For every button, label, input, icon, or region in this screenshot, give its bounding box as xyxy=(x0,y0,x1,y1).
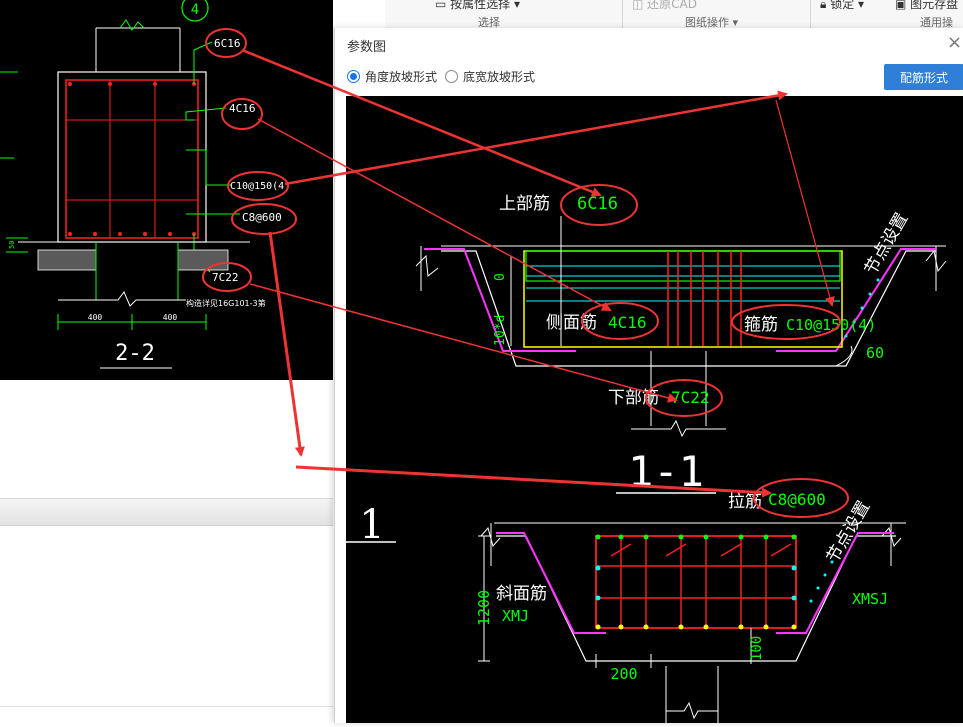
ribbon-separator xyxy=(622,0,623,28)
side-bar-label: 侧面筋 xyxy=(546,313,597,333)
left-label-top: 6C16 xyxy=(214,37,241,50)
tie-bar-value: C8@600 xyxy=(768,490,826,509)
stirrup-label: 箍筋 xyxy=(744,315,778,335)
bottom-bar-label: 下部筋 xyxy=(608,388,659,408)
angle-label: 60 xyxy=(866,344,884,362)
save-element-icon: ▣ xyxy=(895,0,907,11)
ribbon-select-by-attr[interactable]: ▭ 按属性选择 ▾ xyxy=(435,0,520,12)
restore-cad-icon: ◫ xyxy=(632,0,644,11)
left-panel-header-bar xyxy=(0,498,333,526)
side-bar-value: 4C16 xyxy=(608,313,647,332)
dim-10d: 10*d xyxy=(493,315,508,346)
ribbon-restore-cad[interactable]: ◫ 还原CAD xyxy=(632,0,697,12)
dim-1200: 1200 xyxy=(475,590,493,626)
left-label-stirrup: C10@150(4) xyxy=(230,181,290,192)
reinforcement-form-button[interactable]: 配筋形式 xyxy=(884,64,963,90)
close-button[interactable]: × xyxy=(947,32,962,53)
slope-bar-label: 斜面筋 xyxy=(496,584,547,604)
radio-bottom-width-slope-label: 底宽放坡形式 xyxy=(463,70,536,84)
ribbon-separator xyxy=(810,0,811,28)
parameter-diagram-canvas[interactable]: 0 10*d 60 上部筋 6C16 侧面筋 4C16 箍筋 C10@150(4… xyxy=(346,96,963,723)
radio-bottom-width-slope[interactable]: 底宽放坡形式 xyxy=(445,68,535,85)
node-setting-label-upper[interactable]: 节点设置 xyxy=(861,210,912,279)
radio-checked-icon xyxy=(347,70,360,83)
left-label-side: 4C16 xyxy=(229,102,256,115)
ribbon-toolbar: ▭ 按属性选择 ▾ 选择 ◫ 还原CAD 图纸操作 ▾ 🔒︎ 锁定 ▾ ▣ 图元… xyxy=(385,0,963,29)
axis-marker-label: 4 xyxy=(191,2,199,18)
section-mark: 1 xyxy=(359,502,384,548)
dialog-title: 参数图 xyxy=(347,40,387,55)
left-section-drawing: 4 6C16 4C16 C10@150(4) C8@600 7C22 构造详见1… xyxy=(0,0,297,369)
dim-100: 100 xyxy=(749,636,765,661)
ribbon-save-element[interactable]: ▣ 图元存盘 xyxy=(895,0,958,12)
ribbon-lock[interactable]: 🔒︎ 锁定 ▾ xyxy=(820,0,864,12)
parameter-diagram-dialog: 参数图 × 角度放坡形式 底宽放坡形式 配筋形式 0 10*d 60 上部筋 6… xyxy=(334,28,963,723)
lock-icon: 🔒︎ xyxy=(820,0,827,11)
left-lower-panel xyxy=(0,380,333,723)
slope-bar-value: XMJ xyxy=(502,607,529,625)
left-label-bottom: 7C22 xyxy=(212,271,239,284)
slope-bar-value-right: XMSJ xyxy=(852,590,888,608)
select-by-attr-icon: ▭ xyxy=(435,0,447,11)
radio-unchecked-icon xyxy=(445,70,458,83)
left-section-title: 2-2 xyxy=(115,341,155,366)
top-bar-value: 6C16 xyxy=(577,194,618,214)
left-panel-divider xyxy=(0,706,333,707)
left-dim-small: 50 xyxy=(8,241,16,249)
left-dim-1: 400 xyxy=(88,313,103,322)
radio-angle-slope-label: 角度放坡形式 xyxy=(365,70,438,84)
bottom-bar-value: 7C22 xyxy=(671,388,710,407)
left-note: 构造详见16G101-3第 xyxy=(186,298,266,308)
radio-angle-slope[interactable]: 角度放坡形式 xyxy=(347,68,437,85)
section-title: 1-1 xyxy=(628,447,704,496)
dim-200: 200 xyxy=(610,665,637,683)
left-dim-2: 400 xyxy=(163,313,178,322)
parameter-diagram-drawing: 0 10*d 60 上部筋 6C16 侧面筋 4C16 箍筋 C10@150(4… xyxy=(346,184,947,723)
left-label-tie: C8@600 xyxy=(242,211,282,224)
top-bar-label: 上部筋 xyxy=(499,194,550,214)
cad-viewport-left[interactable]: 4 6C16 4C16 C10@150(4) C8@600 7C22 构造详见1… xyxy=(0,0,333,380)
dim-zero: 0 xyxy=(493,273,508,281)
close-icon: × xyxy=(947,32,963,53)
tie-bar-label: 拉筋 xyxy=(728,492,762,512)
